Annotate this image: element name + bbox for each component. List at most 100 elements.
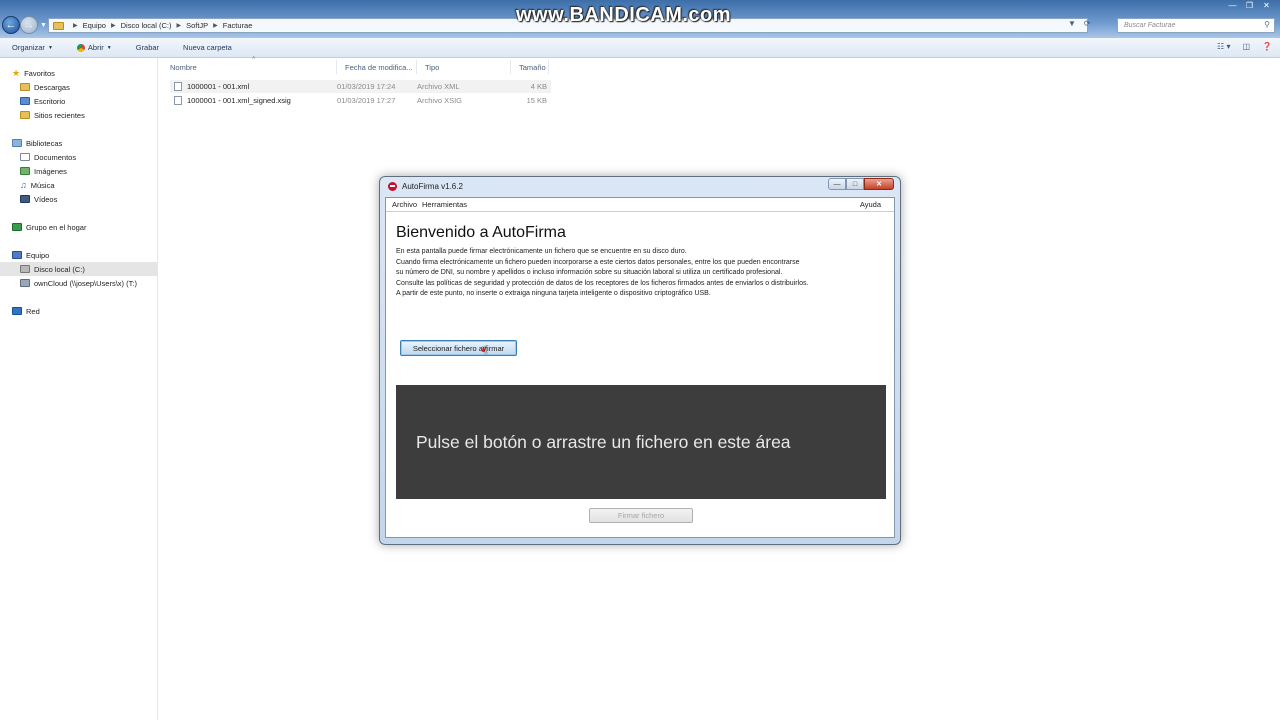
autofirma-logo-icon (388, 182, 397, 191)
organize-button[interactable]: Organizar ▼ (0, 43, 65, 52)
file-size: 15 KB (526, 96, 547, 105)
column-label: Fecha de modifica... (345, 62, 413, 72)
breadcrumb-item[interactable]: Disco local (C:) (121, 21, 172, 30)
star-icon: ★ (12, 68, 21, 78)
homegroup-icon (12, 223, 22, 231)
menu-archivo[interactable]: Archivo (392, 200, 417, 209)
welcome-text: su número de DNI, su nombre y apellidos … (396, 269, 783, 276)
sort-up-icon: ˄ (252, 56, 256, 62)
xml-file-icon (174, 82, 182, 91)
sidebar-item-videos[interactable]: Vídeos (0, 192, 157, 206)
chevron-right-icon[interactable]: ▶ (176, 22, 181, 29)
preview-pane-icon[interactable]: ◫ (1242, 42, 1250, 51)
burn-label: Grabar (135, 43, 160, 52)
music-icon: ♫ (20, 180, 27, 190)
column-type[interactable]: Tipo (417, 60, 511, 74)
column-label: Nombre (170, 62, 197, 72)
sidebar-label: Red (26, 306, 40, 316)
sidebar-item-local-disk[interactable]: Disco local (C:) (0, 262, 157, 276)
sidebar-label: Escritorio (34, 96, 66, 106)
sidebar-item-recent-places[interactable]: Sitios recientes (0, 108, 157, 122)
recent-places-icon (20, 111, 30, 119)
view-options-icon[interactable]: ☷ ▾ (1217, 42, 1230, 51)
file-name: 1000001 - 001.xml_signed.xsig (187, 96, 291, 105)
sidebar-item-music[interactable]: ♫ Música (0, 178, 157, 192)
address-tools: ▼ ⟳ (1068, 19, 1091, 28)
column-size[interactable]: Tamaño (511, 60, 549, 74)
file-size: 4 KB (530, 82, 547, 91)
sidebar-label: Grupo en el hogar (26, 222, 87, 232)
new-folder-button[interactable]: Nueva carpeta (171, 43, 244, 52)
column-label: Tipo (425, 62, 440, 72)
welcome-text: En esta pantalla puede firmar electrónic… (396, 248, 687, 255)
sidebar-item-owncloud[interactable]: ownCloud (\\josep\Users\x) (T:) (0, 276, 157, 290)
open-button[interactable]: Abrir ▼ (65, 43, 124, 52)
documents-icon (20, 153, 30, 161)
file-row[interactable]: 1000001 - 001.xml_signed.xsig 01/03/2019… (170, 94, 551, 107)
images-icon (20, 167, 30, 175)
sidebar-item-favorites[interactable]: ★ Favoritos (0, 66, 157, 80)
column-name[interactable]: Nombre ˄ (162, 56, 337, 74)
breadcrumb-item[interactable]: SoftJP (186, 21, 208, 30)
view-tools: ☷ ▾ ◫ ❓ (1217, 42, 1272, 51)
file-drop-area[interactable]: Pulse el botón o arrastre un fichero en … (396, 385, 886, 499)
sidebar-item-documents[interactable]: Documentos (0, 150, 157, 164)
command-bar: Organizar ▼ Abrir ▼ Grabar Nueva carpeta ☷… (0, 38, 1280, 58)
file-row[interactable]: 1000001 - 001.xml 01/03/2019 17:24 Archi… (170, 80, 551, 93)
sidebar-label: Favoritos (24, 68, 55, 78)
videos-icon (20, 195, 30, 203)
autofirma-window: AutoFirma v1.6.2 — □ ✕ Archivo Herramien… (379, 176, 901, 545)
sidebar-label: Música (30, 180, 55, 190)
close-icon[interactable]: ✕ (864, 178, 894, 190)
sidebar-item-images[interactable]: Imágenes (0, 164, 157, 178)
column-date[interactable]: Fecha de modifica... (337, 60, 417, 74)
minimize-icon[interactable]: — (828, 178, 846, 190)
sidebar-item-homegroup[interactable]: Grupo en el hogar (0, 220, 157, 234)
sign-file-button[interactable]: Firmar fichero (589, 508, 693, 523)
libraries-icon (12, 139, 22, 147)
breadcrumb-item[interactable]: Facturae (223, 21, 253, 30)
help-icon[interactable]: ❓ (1262, 42, 1272, 51)
computer-icon (12, 251, 22, 259)
chevron-right-icon[interactable]: ▶ (111, 22, 116, 29)
organize-label: Organizar (12, 43, 45, 52)
file-list-header: Nombre ˄ Fecha de modifica... Tipo Tamaño (162, 56, 549, 76)
chevron-right-icon[interactable]: ▶ (213, 22, 218, 29)
disk-icon (20, 265, 30, 273)
network-icon (12, 307, 22, 315)
recent-pages-icon[interactable]: ▼ (40, 22, 47, 29)
open-label: Abrir (87, 43, 104, 52)
sidebar-item-network[interactable]: Red (0, 304, 157, 318)
sidebar-label: Descargas (34, 82, 70, 92)
chrome-icon (76, 43, 85, 52)
downloads-folder-icon (20, 83, 30, 91)
burn-button[interactable]: Grabar (124, 43, 171, 52)
chevron-down-icon: ▼ (47, 44, 53, 51)
sidebar-item-libraries[interactable]: Bibliotecas (0, 136, 157, 150)
arrow-right-icon: → (23, 19, 35, 31)
column-label: Tamaño (519, 62, 546, 72)
maximize-icon[interactable]: □ (846, 178, 864, 190)
refresh-icon[interactable]: ⟳ (1084, 19, 1091, 28)
minimize-icon[interactable]: — (1225, 0, 1240, 10)
sidebar-item-downloads[interactable]: Descargas (0, 80, 157, 94)
welcome-section: Bienvenido a AutoFirma En esta pantalla … (396, 224, 888, 300)
sidebar-item-desktop[interactable]: Escritorio (0, 94, 157, 108)
breadcrumb-item[interactable]: Equipo (83, 21, 106, 30)
file-date: 01/03/2019 17:27 (337, 96, 396, 105)
search-input[interactable]: Buscar Facturae ⚲ (1117, 18, 1275, 33)
close-icon[interactable]: ✕ (1259, 0, 1274, 10)
menu-ayuda[interactable]: Ayuda (860, 200, 881, 209)
welcome-text: Cuando firma electrónicamente un fichero… (396, 258, 800, 266)
folder-icon (53, 21, 64, 30)
chevron-right-icon[interactable]: ▶ (73, 22, 78, 29)
search-icon[interactable]: ⚲ (1264, 20, 1270, 29)
select-file-button[interactable]: Seleccionar fichero a firmar ⭛ (400, 340, 517, 357)
restore-icon[interactable]: ❐ (1242, 0, 1257, 10)
sidebar-item-computer[interactable]: Equipo (0, 248, 157, 262)
menu-herramientas[interactable]: Herramientas (422, 200, 467, 209)
chevron-down-icon[interactable]: ▼ (1068, 19, 1076, 28)
forward-button[interactable]: → (20, 16, 38, 34)
sidebar-label: Equipo (26, 250, 50, 260)
back-button[interactable]: ← (2, 16, 20, 34)
